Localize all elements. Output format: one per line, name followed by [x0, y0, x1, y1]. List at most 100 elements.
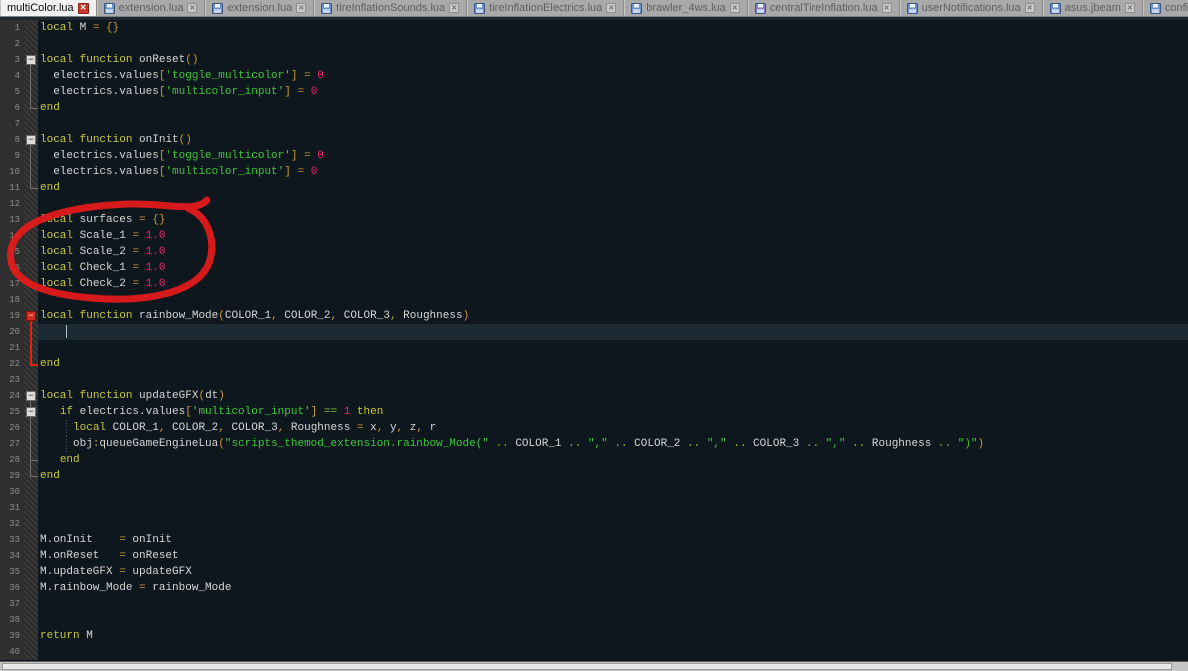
code-line-11[interactable]: end [38, 180, 1188, 196]
scrollbar-thumb[interactable] [2, 663, 1172, 670]
close-icon[interactable]: ✕ [296, 3, 307, 13]
tab-multicolor-lua[interactable]: multiColor.lua ✕ [0, 0, 97, 16]
close-icon[interactable]: ✕ [1124, 3, 1135, 13]
tab-configusernotifications-lua[interactable]: configUserNotifications.lua [1142, 0, 1188, 16]
code-line-12[interactable] [38, 196, 1188, 212]
tab-tireinflationelectrics-lua[interactable]: tireInflationElectrics.lua ✕ [467, 0, 625, 16]
code-line-9[interactable]: electrics.values['toggle_multicolor'] = … [38, 148, 1188, 164]
tab-tireinflationsounds-lua[interactable]: tireInflationSounds.lua ✕ [314, 0, 468, 16]
line-number: 23 [9, 375, 20, 385]
line-number: 15 [9, 247, 20, 257]
code-line-1[interactable]: local M = {} [38, 20, 1188, 36]
line-number: 16 [9, 263, 20, 273]
code-line-39[interactable]: return M [38, 628, 1188, 644]
line-number-gutter: 1 2 3 4 5 6 7 8 9 10 11 12 13 14 15 16 17 18 19 20 21 22 23 24 2… [0, 20, 24, 660]
code-line-17[interactable]: local Check_2 = 1.0 [38, 276, 1188, 292]
code-line-33[interactable]: M.onInit = onInit [38, 532, 1188, 548]
code-line-38[interactable] [38, 612, 1188, 628]
code-line-15[interactable]: local Scale_2 = 1.0 [38, 244, 1188, 260]
line-number: 13 [9, 215, 20, 225]
line-number: 22 [9, 359, 20, 369]
close-icon[interactable]: ✕ [606, 3, 617, 13]
fold-margin[interactable]: − − − − − [24, 20, 38, 660]
code-line-22[interactable]: end [38, 356, 1188, 372]
close-icon[interactable]: ✕ [187, 3, 198, 13]
tab-extension-lua[interactable]: extension.lua ✕ [205, 0, 315, 16]
line-number: 26 [9, 423, 20, 433]
code-line-16[interactable]: local Check_1 = 1.0 [38, 260, 1188, 276]
tab-brawler-4ws-lua[interactable]: brawler_4ws.lua ✕ [624, 0, 748, 16]
notepad-plus-plus-window: multiColor.lua ✕ extension.lua ✕ extension.l… [0, 0, 1188, 671]
code-line-26[interactable]: local COLOR_1, COLOR_2, COLOR_3, Roughne… [38, 420, 1188, 436]
code-area[interactable]: local M = {} local function onReset() ele… [38, 20, 1188, 660]
code-line-6[interactable]: end [38, 100, 1188, 116]
floppy-icon [906, 2, 918, 14]
fold-marker-line-19[interactable]: − [26, 311, 36, 321]
code-line-8[interactable]: local function onInit() [38, 132, 1188, 148]
code-line-13[interactable]: local surfaces = {} [38, 212, 1188, 228]
line-number: 29 [9, 471, 20, 481]
tab-usernotifications-lua[interactable]: userNotifications.lua ✕ [899, 0, 1043, 16]
code-line-36[interactable]: M.rainbow_Mode = rainbow_Mode [38, 580, 1188, 596]
close-icon[interactable]: ✕ [1024, 3, 1035, 13]
code-line-24[interactable]: local function updateGFX(dt) [38, 388, 1188, 404]
fold-marker-line-3[interactable]: − [26, 55, 36, 65]
tab-label: extension.lua [227, 2, 293, 14]
code-line-7[interactable] [38, 116, 1188, 132]
line-number: 38 [9, 615, 20, 625]
indent-guide [66, 420, 67, 436]
tab-label: userNotifications.lua [921, 2, 1021, 14]
close-icon[interactable]: ✕ [881, 3, 892, 13]
code-line-25[interactable]: if electrics.values['multicolor_input'] … [38, 404, 1188, 420]
fold-scope-corner [30, 188, 38, 189]
code-line-31[interactable] [38, 500, 1188, 516]
code-line-28[interactable]: end [38, 452, 1188, 468]
code-line-27[interactable]: obj:queueGameEngineLua("scripts_themod_e… [38, 436, 1188, 452]
code-line-34[interactable]: M.onReset = onReset [38, 548, 1188, 564]
close-icon[interactable]: ✕ [729, 3, 740, 13]
tab-centraltireinflation-lua[interactable]: centralTireInflation.lua ✕ [747, 0, 900, 16]
code-line-5[interactable]: electrics.values['multicolor_input'] = 0 [38, 84, 1188, 100]
fold-scope-line [30, 321, 32, 364]
line-number: 11 [9, 183, 20, 193]
code-line-10[interactable]: electrics.values['multicolor_input'] = 0 [38, 164, 1188, 180]
fold-scope-line [30, 417, 31, 460]
code-line-29[interactable]: end [38, 468, 1188, 484]
fold-scope-corner [30, 108, 38, 109]
line-number: 20 [9, 327, 20, 337]
fold-marker-line-8[interactable]: − [26, 135, 36, 145]
code-line-30[interactable] [38, 484, 1188, 500]
line-number: 17 [9, 279, 20, 289]
floppy-icon [631, 2, 643, 14]
close-icon[interactable]: ✕ [449, 3, 460, 13]
code-line-20[interactable] [38, 324, 1188, 340]
fold-scope-line [30, 145, 31, 188]
line-number: 9 [14, 151, 20, 161]
code-line-18[interactable] [38, 292, 1188, 308]
tab-label: asus.jbeam [1064, 2, 1121, 14]
code-line-3[interactable]: local function onReset() [38, 52, 1188, 68]
code-line-23[interactable] [38, 372, 1188, 388]
tab-asus-jbeam[interactable]: asus.jbeam ✕ [1042, 0, 1143, 16]
fold-marker-line-25[interactable]: − [26, 407, 36, 417]
tab-label: centralTireInflation.lua [769, 2, 878, 14]
horizontal-scrollbar[interactable] [0, 661, 1188, 671]
fold-scope-corner [30, 476, 38, 477]
line-number: 40 [9, 647, 20, 657]
fold-scope-line [30, 65, 31, 108]
code-line-32[interactable] [38, 516, 1188, 532]
line-number: 32 [9, 519, 20, 529]
fold-marker-line-24[interactable]: − [26, 391, 36, 401]
code-line-40[interactable] [38, 644, 1188, 660]
code-line-4[interactable]: electrics.values['toggle_multicolor'] = … [38, 68, 1188, 84]
code-line-2[interactable] [38, 36, 1188, 52]
editor[interactable]: 1 2 3 4 5 6 7 8 9 10 11 12 13 14 15 16 17 18 19 20 21 22 23 24 2… [0, 20, 1188, 661]
tab-extension-lua[interactable]: extension.lua ✕ [96, 0, 206, 16]
code-line-35[interactable]: M.updateGFX = updateGFX [38, 564, 1188, 580]
code-line-14[interactable]: local Scale_1 = 1.0 [38, 228, 1188, 244]
code-line-37[interactable] [38, 596, 1188, 612]
code-line-19[interactable]: local function rainbow_Mode(COLOR_1, COL… [38, 308, 1188, 324]
tab-label: multiColor.lua [7, 2, 74, 14]
close-icon[interactable]: ✕ [77, 2, 89, 14]
code-line-21[interactable] [38, 340, 1188, 356]
